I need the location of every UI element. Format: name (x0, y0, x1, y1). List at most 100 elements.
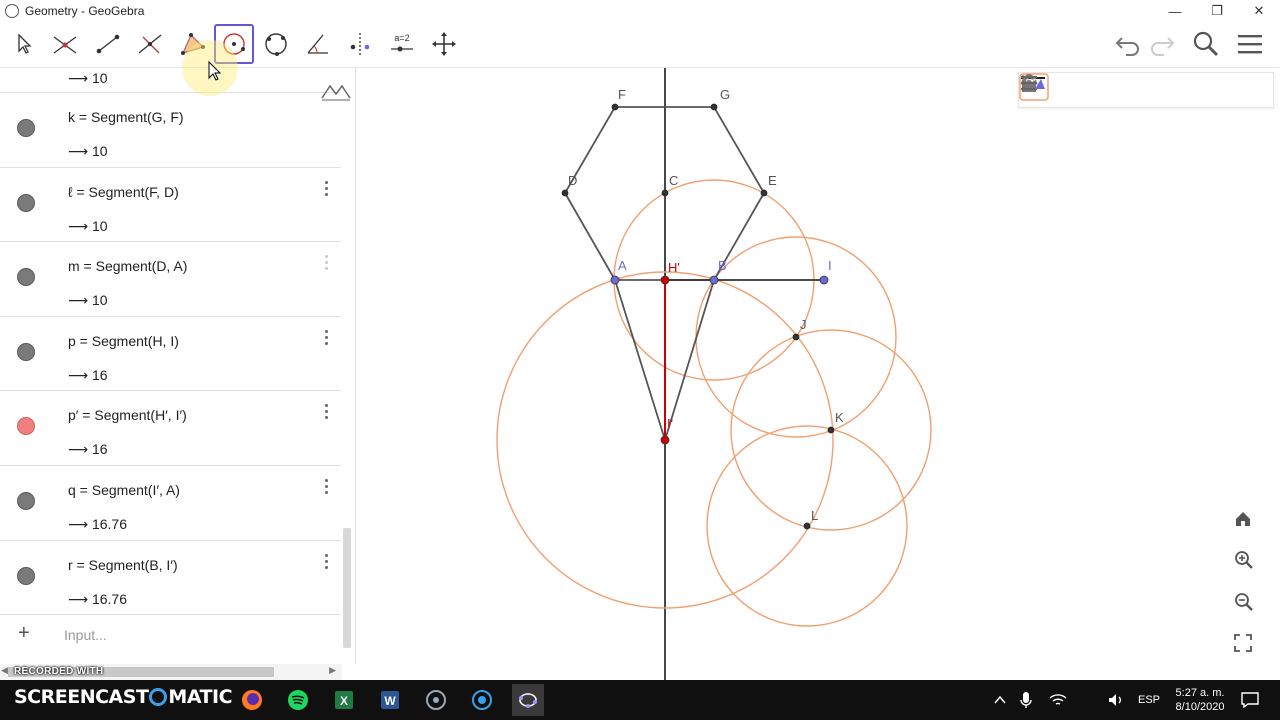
microphone-tray-button[interactable] (1012, 686, 1040, 714)
graphics-menu-button[interactable] (1021, 75, 1273, 105)
word-taskbar-button[interactable]: W (376, 686, 404, 714)
network-tray-button[interactable] (1044, 686, 1072, 714)
record-icon (472, 690, 492, 710)
spotify-taskbar-button[interactable] (284, 686, 312, 714)
algebra-definition[interactable]: m = Segment(D, A) (68, 258, 187, 274)
point-K[interactable] (827, 426, 835, 434)
point-F[interactable] (611, 103, 619, 111)
lock-button[interactable] (1022, 74, 1164, 105)
input-language-indicator[interactable]: ESP (1138, 694, 1160, 706)
row-more-options-button[interactable] (322, 180, 330, 196)
algebra-row[interactable]: p′ = Segment(H′, I′) ⟶ 16 (0, 391, 341, 466)
algebra-row[interactable]: q = Segment(I′, A) ⟶ 16.76 (0, 466, 341, 541)
label-style-button[interactable]: AA (1024, 75, 1128, 105)
standard-view-button[interactable] (1234, 510, 1262, 538)
row-more-options-button[interactable] (322, 404, 330, 420)
move-tool-button[interactable] (4, 24, 44, 64)
notifications-button[interactable] (1236, 686, 1264, 714)
row-more-options-button[interactable] (322, 479, 330, 494)
algebra-definition[interactable]: p = Segment(H, I) (68, 333, 179, 349)
algebra-value: ⟶ 10 (68, 217, 108, 234)
row-more-options-button[interactable] (322, 255, 330, 271)
point-label-Ip: I' (667, 416, 673, 431)
point-A[interactable] (610, 275, 620, 285)
recorder-taskbar-button[interactable] (468, 686, 496, 714)
excel-taskbar-button[interactable]: X (330, 686, 358, 714)
point-C[interactable] (661, 189, 669, 197)
fullscreen-button[interactable] (1234, 634, 1262, 662)
visibility-toggle[interactable] (17, 566, 35, 585)
segment-AIp[interactable] (614, 279, 666, 441)
algebra-row[interactable]: p = Segment(H, I) ⟶ 16 (0, 317, 341, 392)
point-B[interactable] (709, 275, 719, 285)
main-menu-button[interactable] (1230, 24, 1270, 64)
visibility-toggle[interactable] (17, 268, 35, 287)
algebra-definition[interactable]: r = Segment(B, I′) (68, 557, 178, 573)
visibility-toggle[interactable] (17, 342, 35, 361)
algebra-input-field[interactable]: Input... (64, 627, 107, 643)
move-graphics-tool-button[interactable] (424, 24, 464, 64)
scroll-left-icon[interactable]: ◀ (1, 665, 8, 676)
hamburger-menu-icon (1238, 35, 1262, 54)
zoom-out-button[interactable] (1234, 592, 1262, 620)
geometry-canvas[interactable]: F G D C E A B H' I J K L I' (362, 68, 1280, 680)
algebra-definition[interactable]: q = Segment(I′, A) (68, 482, 180, 498)
point-label-A: A (618, 258, 627, 273)
firefox-taskbar-button[interactable] (238, 686, 266, 714)
perpendicular-line-tool-button[interactable] (130, 24, 170, 64)
more-options-button[interactable] (1021, 75, 1236, 105)
circle-through-points-tool-button[interactable] (256, 24, 296, 64)
algebra-definition[interactable]: p′ = Segment(H′, I′) (68, 407, 187, 423)
recorded-with-watermark: RECORDED WITH (14, 666, 104, 677)
row-more-options-button[interactable] (322, 553, 330, 569)
point-G[interactable] (710, 103, 718, 111)
add-icon[interactable]: + (18, 622, 30, 645)
search-button[interactable] (1186, 24, 1226, 64)
algebra-input-row[interactable]: + Input... (0, 612, 341, 656)
point-Hp[interactable] (660, 275, 670, 285)
scroll-right-icon[interactable]: ▶ (329, 665, 336, 676)
algebra-row[interactable]: r = Segment(B, I′) ⟶ 16.76 (0, 541, 341, 616)
point-Ip[interactable] (660, 435, 670, 445)
close-button[interactable]: ✕ (1238, 0, 1280, 22)
reflect-tool-button[interactable] (340, 24, 380, 64)
word-icon: W (381, 691, 399, 709)
point-intersect-tool-button[interactable] (45, 24, 85, 64)
algebra-definition[interactable]: k = Segment(G, F) (68, 109, 184, 125)
visibility-toggle[interactable] (17, 119, 35, 137)
point-E[interactable] (760, 189, 768, 197)
point-D[interactable] (561, 189, 569, 197)
point-label-F: F (618, 87, 626, 102)
algebra-row[interactable]: m = Segment(D, A) ⟶ 10 (0, 242, 341, 317)
volume-tray-button[interactable] (1102, 686, 1130, 714)
redo-button[interactable] (1142, 24, 1182, 64)
algebra-row[interactable]: ℓ = Segment(F, D) ⟶ 10 (0, 168, 341, 243)
cursor-arrow-icon (18, 33, 32, 54)
clock-time: 5:27 a. m. (1175, 687, 1225, 699)
system-clock[interactable]: 5:27 a. m. 8/10/2020 (1172, 686, 1228, 714)
app-taskbar-button[interactable] (422, 686, 450, 714)
algebra-row[interactable]: k = Segment(G, F) ⟶ 10 (0, 93, 341, 168)
slider-tool-button[interactable]: a=2 (382, 24, 422, 64)
segment-DA[interactable] (564, 192, 616, 281)
point-L[interactable] (803, 522, 811, 530)
visibility-toggle[interactable] (17, 193, 35, 212)
visibility-toggle[interactable] (17, 417, 35, 436)
restore-button[interactable]: ❐ (1196, 0, 1238, 22)
line-style-button[interactable] (1021, 75, 1091, 105)
zoom-in-button[interactable] (1234, 550, 1262, 578)
segment-tool-button[interactable] (88, 24, 128, 64)
point-I[interactable] (819, 275, 829, 285)
graphics-view[interactable]: F G D C E A B H' I J K L I' AA (362, 68, 1280, 680)
show-hidden-icons-button[interactable] (986, 686, 1014, 714)
visibility-toggle[interactable] (17, 492, 35, 510)
geogebra-taskbar-button[interactable] (512, 684, 544, 716)
minimize-button[interactable]: — (1154, 0, 1196, 22)
point-J[interactable] (792, 333, 800, 341)
angle-tool-button[interactable] (298, 24, 338, 64)
row-more-options-button[interactable] (322, 329, 330, 345)
algebra-scrollbar[interactable] (343, 528, 351, 648)
reflect-icon (350, 33, 370, 55)
settings-button[interactable] (1021, 75, 1200, 105)
algebra-definition[interactable]: ℓ = Segment(F, D) (68, 184, 179, 200)
